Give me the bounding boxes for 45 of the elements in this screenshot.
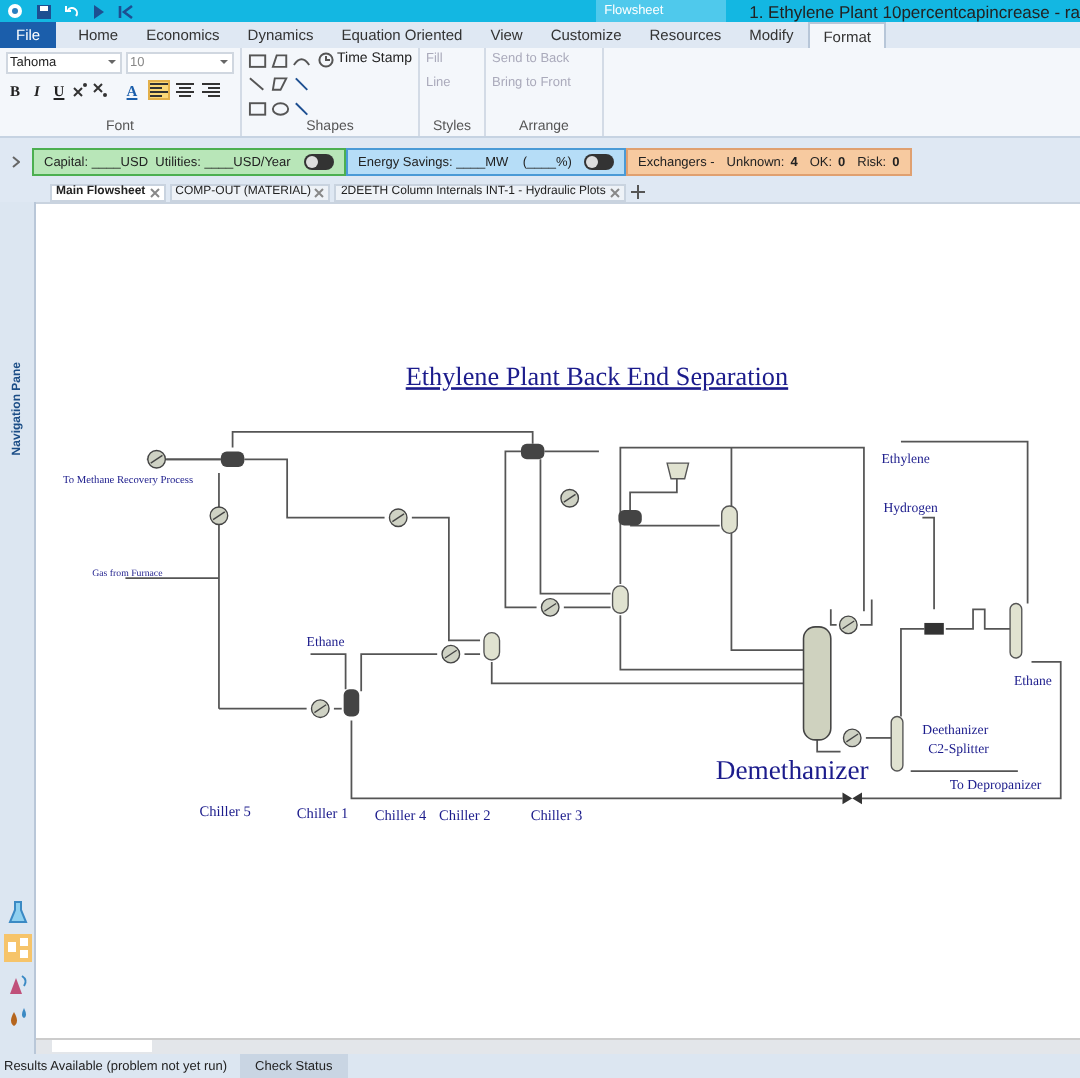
drops-icon[interactable] bbox=[5, 1006, 29, 1030]
close-icon[interactable] bbox=[609, 187, 620, 197]
heat-exchanger-icon bbox=[540, 597, 560, 617]
align-button[interactable] bbox=[174, 80, 196, 100]
pump-icon bbox=[924, 622, 944, 635]
heat-exchanger-icon bbox=[147, 449, 167, 469]
flask-icon[interactable] bbox=[5, 900, 29, 924]
align-button[interactable] bbox=[148, 80, 170, 100]
save-icon[interactable] bbox=[36, 3, 52, 19]
drum-icon bbox=[483, 632, 501, 661]
shape-tools-drawing[interactable] bbox=[248, 52, 314, 120]
heat-exchanger-icon bbox=[388, 508, 408, 528]
heat-exchanger-icon bbox=[842, 728, 862, 748]
demethanizer-label: Demethanizer bbox=[715, 754, 869, 785]
multistream-exchanger-icon bbox=[343, 689, 360, 717]
compressor-icon bbox=[666, 462, 690, 480]
window-title: 1. Ethylene Plant 10percentcapincrease - ra bbox=[747, 1, 1080, 21]
run-icon[interactable] bbox=[92, 3, 106, 19]
multistream-exchanger-icon bbox=[220, 451, 245, 468]
heat-exchanger-icon bbox=[310, 699, 330, 719]
heat-exchanger-icon bbox=[560, 488, 580, 508]
distillation-column-icon bbox=[1009, 602, 1023, 659]
align-button[interactable] bbox=[200, 80, 222, 100]
toggle-switch[interactable] bbox=[304, 154, 334, 170]
subscript-icon[interactable] bbox=[92, 82, 108, 98]
distillation-column-icon bbox=[802, 626, 832, 741]
close-icon[interactable] bbox=[314, 187, 325, 197]
flowsheet-title: Ethylene Plant Back End Separation bbox=[405, 361, 789, 392]
distillation-column-icon bbox=[890, 715, 904, 772]
multistream-exchanger-icon bbox=[618, 509, 642, 526]
close-icon[interactable] bbox=[149, 187, 160, 197]
multistream-exchanger-icon bbox=[521, 443, 545, 460]
drum-icon bbox=[611, 585, 629, 614]
toggle-switch[interactable] bbox=[584, 154, 614, 170]
horizontal-scrollbar[interactable] bbox=[36, 1038, 1080, 1054]
clock-icon bbox=[317, 52, 334, 68]
app-icon bbox=[6, 2, 24, 20]
heat-exchanger-icon bbox=[209, 506, 229, 526]
add-tab-icon[interactable] bbox=[629, 184, 646, 200]
chevron-icon[interactable] bbox=[12, 156, 20, 168]
valve-icon bbox=[842, 792, 862, 805]
heat-exchanger-icon bbox=[838, 615, 858, 635]
superscript-icon[interactable] bbox=[72, 82, 88, 98]
drum-icon bbox=[721, 505, 738, 534]
heat-exchanger-icon bbox=[441, 644, 461, 664]
